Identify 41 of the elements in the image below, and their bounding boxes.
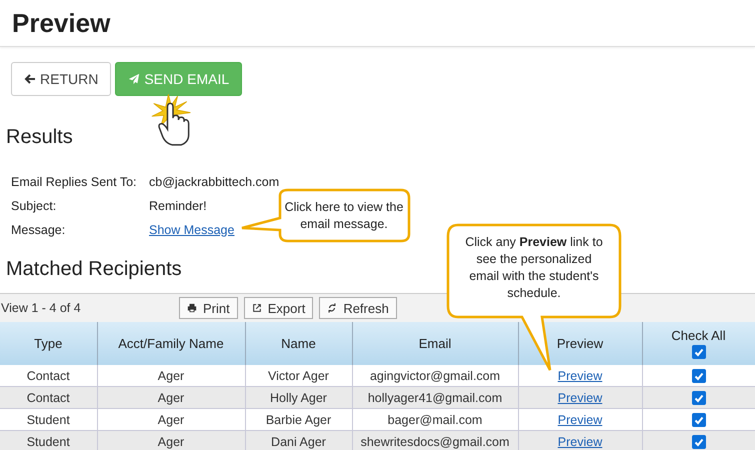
callout-text: Click here to view the email message. — [284, 199, 404, 233]
check-all-label: Check All — [670, 328, 727, 344]
table-cell: shewritesdocs@gmail.com — [352, 430, 518, 450]
column-header: Type — [0, 322, 97, 365]
table-cell: Holly Ager — [245, 386, 352, 408]
table-cell: hollyager41@gmail.com — [352, 386, 518, 408]
preview-link[interactable]: Preview — [558, 368, 602, 382]
section-heading: Matched Recipients — [6, 257, 182, 281]
toolbar-button[interactable]: Refresh — [319, 297, 397, 319]
printer-icon — [187, 303, 197, 313]
table-cell: Ager — [97, 430, 245, 450]
action-button[interactable]: RETURN — [11, 62, 112, 96]
toolbar-button[interactable]: Export — [244, 297, 314, 319]
row-checkbox[interactable] — [692, 390, 706, 405]
row-checkbox[interactable] — [692, 368, 706, 383]
table-cell: Contact — [0, 386, 97, 408]
row-checkbox[interactable] — [692, 412, 706, 427]
table-cell: Student — [0, 430, 97, 450]
field-label: Message: — [11, 222, 66, 236]
field-value: Reminder! — [149, 198, 207, 212]
column-header: Email — [352, 322, 518, 365]
table-cell: Ager — [97, 386, 245, 408]
column-header: Acct/Family Name — [97, 322, 245, 365]
table-cell: Dani Ager — [245, 430, 352, 450]
check-all-checkbox[interactable] — [692, 344, 706, 359]
toolbar-button[interactable]: Print — [179, 297, 238, 319]
record-count: View 1 - 4 of 4 — [0, 301, 82, 315]
preview-link[interactable]: Preview — [558, 412, 602, 426]
section-heading: Results — [6, 125, 73, 149]
show-message-link[interactable]: Show Message — [149, 222, 234, 236]
column-header: Name — [245, 322, 352, 365]
page-title: Preview — [0, 0, 755, 47]
row-checkbox[interactable] — [692, 434, 706, 449]
paper-plane-icon — [128, 73, 140, 85]
external-link-icon — [252, 303, 262, 313]
callout-text: Click any Preview link to see the personalized email with the student's schedule. — [464, 234, 604, 302]
refresh-icon — [327, 303, 338, 313]
field-label: Email Replies Sent To: — [11, 174, 138, 188]
field-label: Subject: — [11, 198, 58, 212]
arrow-left-icon — [24, 73, 36, 85]
field-value: cb@jackrabbittech.com — [149, 174, 280, 188]
